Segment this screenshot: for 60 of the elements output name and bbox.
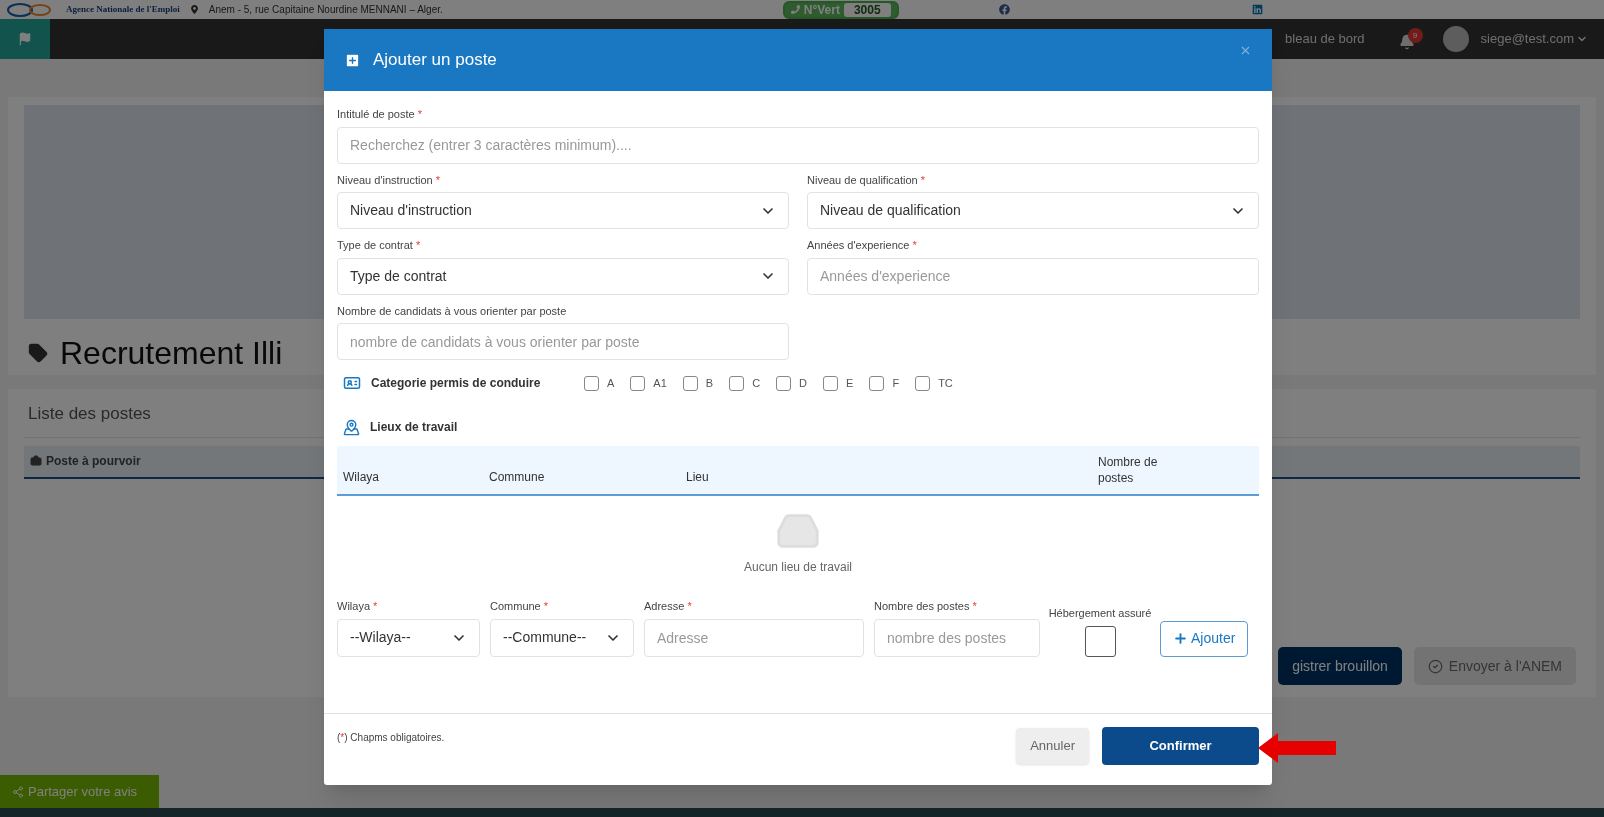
select-field[interactable]: Type de contrat: [337, 257, 789, 295]
required-note: (*) Chapms obligatoires.: [337, 731, 445, 745]
section-title: Categorie permis de conduire: [371, 375, 542, 392]
flag-button[interactable]: [0, 19, 50, 59]
license-checkbox[interactable]: B: [682, 374, 714, 392]
share-icon: [12, 785, 24, 798]
license-checkbox[interactable]: C: [729, 374, 761, 392]
phone-icon: [790, 5, 800, 14]
field-label: Nombre des postes *: [874, 599, 978, 614]
avatar: [1442, 26, 1469, 52]
license-checkbox[interactable]: TC: [915, 374, 953, 392]
input-field[interactable]: nombre des postes: [874, 618, 1040, 657]
facebook-icon[interactable]: [998, 4, 1010, 15]
field-label: Niveau de qualification *: [807, 172, 927, 188]
flag-icon: [18, 32, 32, 46]
briefcase-icon: [30, 455, 42, 467]
hotline-badge: N°Vert 3005: [782, 0, 899, 19]
modal-title: Ajouter un poste: [373, 49, 497, 72]
field-label: Adresse *: [644, 599, 693, 614]
license-checkbox[interactable]: D: [776, 374, 808, 392]
logo-text: Agence Nationale de l'Emploi: [66, 2, 180, 16]
user-menu[interactable]: siege@test.com: [1480, 29, 1588, 49]
confirm-button[interactable]: Confirmer: [1102, 727, 1259, 765]
select-field[interactable]: Niveau d'instruction: [337, 192, 789, 229]
field-label: Nombre de candidats à vous orienter par poste: [337, 303, 568, 319]
linkedin-icon[interactable]: [1251, 4, 1263, 15]
plus-icon: [1173, 631, 1188, 646]
id-card-icon: [343, 374, 361, 392]
license-checkbox[interactable]: F: [869, 374, 900, 392]
check-circle-icon: [1427, 658, 1443, 674]
location-pin-icon: [189, 5, 199, 14]
license-checkbox[interactable]: A: [584, 374, 615, 392]
field-label: Années d'experience *: [807, 238, 918, 253]
select-field[interactable]: Niveau de qualification: [807, 192, 1259, 229]
input-field[interactable]: Années d'experience: [807, 257, 1259, 295]
map-pin-icon: [343, 418, 360, 436]
input-field[interactable]: Recherchez (entrer 3 caractères minimum)....: [337, 126, 1259, 164]
field-label: Wilaya *: [337, 599, 379, 614]
select-field[interactable]: --Wilaya--: [337, 618, 480, 657]
page-title: Recrutement Illi: [60, 334, 283, 373]
action-button[interactable]: gistrer brouillon: [1278, 647, 1402, 685]
cancel-button[interactable]: Annuler: [1016, 728, 1089, 764]
tag-icon: [28, 343, 48, 363]
input-field[interactable]: nombre de candidats à vous orienter par poste: [337, 323, 789, 360]
section-title: Lieux de travail: [370, 419, 458, 436]
field-label: Commune *: [490, 599, 550, 614]
input-field[interactable]: Adresse: [644, 618, 864, 657]
empty-text: Aucun lieu de travail: [743, 559, 853, 576]
address-text: Anem - 5, rue Capitaine Nourdine MENNANI – Alger.: [208, 3, 443, 17]
field-label: Type de contrat *: [337, 238, 422, 253]
plus-square-icon: [344, 51, 361, 69]
field-label: Intitulé de poste *: [337, 107, 423, 122]
license-checkbox[interactable]: A1: [630, 374, 667, 392]
nav-link[interactable]: bleau de bord: [1285, 29, 1365, 49]
field-label: Niveau d'instruction *: [337, 172, 441, 188]
field-label: Hébergement assuré: [1048, 606, 1152, 621]
add-button[interactable]: Ajouter: [1160, 620, 1249, 657]
license-checkbox[interactable]: E: [823, 374, 854, 392]
select-field[interactable]: --Commune--: [490, 618, 634, 657]
checkbox[interactable]: [1084, 625, 1116, 657]
